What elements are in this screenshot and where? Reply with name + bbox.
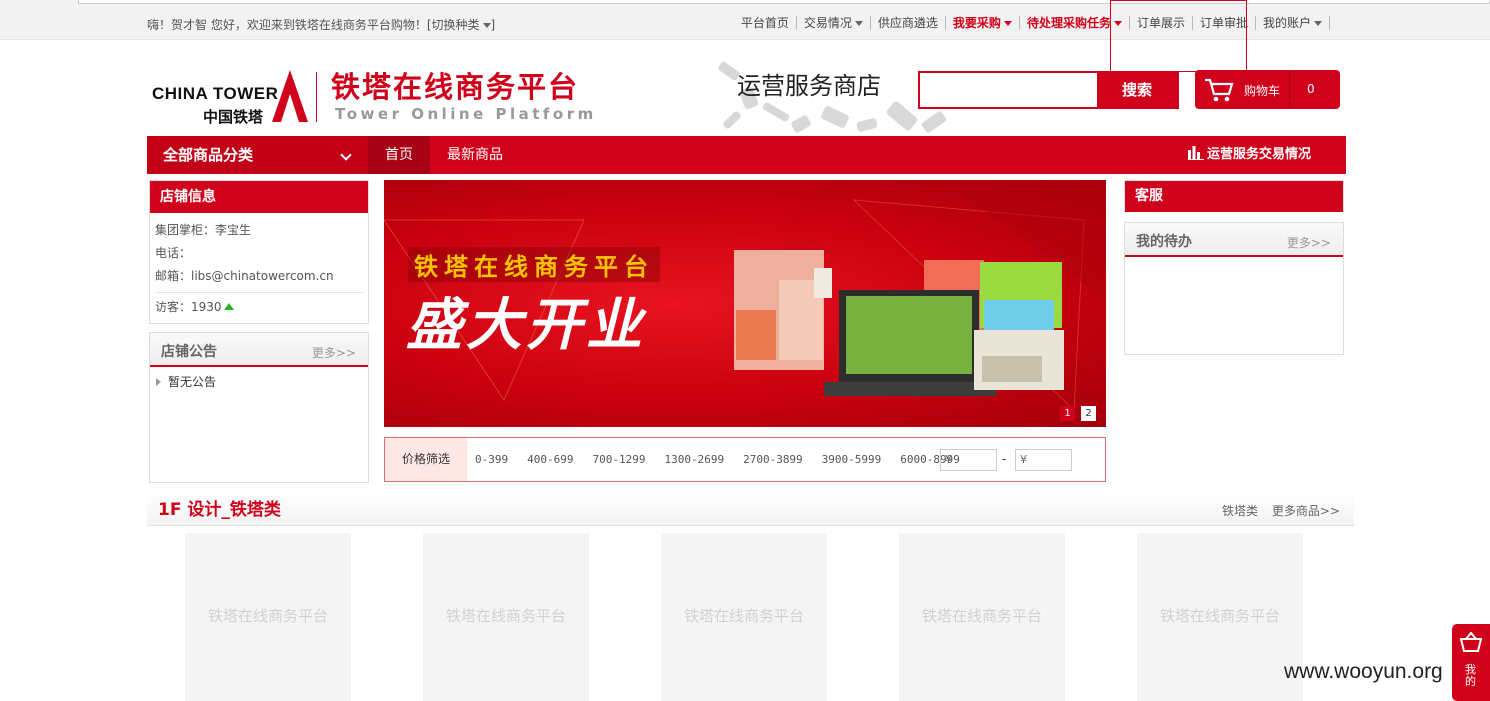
- chevron-down-icon: [1003, 21, 1012, 26]
- shop-phone: 电话：: [155, 246, 192, 260]
- price-ranges: 0-399 400-699 700-1299 1300-2699 2700-3899 39…: [475, 453, 979, 466]
- product-card[interactable]: 铁塔在线商务平台: [661, 533, 827, 701]
- price-min-input[interactable]: ¥: [940, 449, 997, 471]
- product-card[interactable]: 铁塔在线商务平台: [423, 533, 589, 701]
- notice-more-link[interactable]: 更多>>: [312, 344, 356, 361]
- header: CHINA TOWER 中国铁塔 铁塔在线商务平台 Tower Online P…: [147, 58, 1347, 136]
- nav-home[interactable]: 首页: [368, 136, 430, 174]
- cart-button[interactable]: 购物车 0: [1195, 70, 1340, 109]
- logo-cn: 中国铁塔: [203, 108, 264, 126]
- service-stats-label: 运营服务交易情况: [1206, 147, 1311, 162]
- shop-info-title: 店铺信息: [150, 181, 368, 213]
- product-placeholder: 铁塔在线商务平台: [683, 607, 804, 625]
- banner-dot-2[interactable]: 2: [1081, 406, 1096, 421]
- search-input[interactable]: [920, 73, 1098, 107]
- cart-count: 0: [1307, 82, 1315, 96]
- chevron-down-icon: [1314, 21, 1322, 26]
- platform-title: 铁塔在线商务平台: [331, 70, 580, 104]
- nav-new-products[interactable]: 最新商品: [447, 136, 503, 174]
- notice-header: 店铺公告 更多>>: [150, 333, 368, 367]
- customer-service-title: 客服: [1125, 181, 1343, 212]
- side-basket-button[interactable]: 我的: [1452, 624, 1490, 701]
- bullet-triangle-icon: [156, 378, 161, 386]
- logo-divider: [316, 72, 317, 122]
- banner-pager: 1 2: [1054, 406, 1096, 421]
- banner-headline: 盛大开业: [406, 293, 646, 358]
- todo-panel: 我的待办 更多>>: [1124, 222, 1344, 355]
- logo-en: CHINA TOWER: [152, 84, 279, 103]
- browser-url-strip: [78, 0, 1490, 4]
- banner-dot-1[interactable]: 1: [1060, 406, 1075, 421]
- price-filter-label: 价格筛选: [385, 438, 467, 481]
- price-range-link[interactable]: 0-399: [475, 453, 508, 466]
- cart-label: 购物车: [1244, 84, 1281, 98]
- price-range-link[interactable]: 3900-5999: [822, 453, 882, 466]
- nav-service-stats[interactable]: 运营服务交易情况: [1187, 136, 1311, 174]
- shop-info-panel: 店铺信息 集团掌柜：李宝生 电话： 邮箱：libs@chinatowercom.…: [149, 180, 369, 324]
- arrow-up-icon: [223, 303, 234, 310]
- shop-visits: 访客：1930: [155, 292, 363, 319]
- todo-header: 我的待办 更多>>: [1125, 223, 1343, 257]
- search-bar: 搜索: [918, 71, 1179, 109]
- side-basket-label: 我的: [1465, 663, 1476, 688]
- product-placeholder: 铁塔在线商务平台: [207, 607, 328, 625]
- floor-more-link[interactable]: 更多商品>>: [1272, 502, 1340, 519]
- notice-item[interactable]: 暂无公告: [150, 367, 368, 390]
- notice-panel: 店铺公告 更多>> 暂无公告: [149, 332, 369, 483]
- cart-icon: [1205, 78, 1234, 102]
- todo-more-link[interactable]: 更多>>: [1287, 234, 1331, 251]
- price-filter: 价格筛选 0-399 400-699 700-1299 1300-2699 2700-3…: [384, 437, 1106, 482]
- greeting-text: 嗨！贺才智 您好，欢迎来到铁塔在线商务平台购物！[切换种类]: [147, 18, 496, 32]
- source-watermark: www.wooyun.org: [1284, 660, 1443, 683]
- platform-subtitle: Tower Online Platform: [335, 105, 597, 123]
- banner-title: 铁塔在线商务平台: [408, 247, 660, 282]
- all-categories-label: 全部商品分类: [163, 146, 254, 164]
- product-placeholder: 铁塔在线商务平台: [1159, 607, 1280, 625]
- top-bar: 嗨！贺才智 您好，欢迎来到铁塔在线商务平台购物！[切换种类] 平台首页 交易情况供…: [0, 0, 1490, 40]
- store-name: 运营服务商店: [737, 72, 881, 100]
- main-navbar: 全部商品分类 首页 最新商品 运营服务交易情况: [147, 136, 1346, 174]
- basket-icon: [1459, 632, 1483, 652]
- bar-chart-icon: [1187, 146, 1204, 160]
- floor-header: 1F 设计_铁塔类 铁塔类 更多商品>>: [147, 492, 1354, 526]
- customer-service-panel: 客服: [1124, 180, 1344, 212]
- promo-banner[interactable]: 铁塔在线商务平台 盛大开业 1 2: [384, 180, 1106, 427]
- top-nav-item[interactable]: 供应商遴选: [871, 16, 946, 30]
- chevron-down-icon: [854, 21, 863, 26]
- top-nav-item[interactable]: 平台首页: [734, 16, 797, 30]
- notice-title: 店铺公告: [161, 344, 217, 360]
- price-range-link[interactable]: 2700-3899: [743, 453, 803, 466]
- price-range-link[interactable]: 700-1299: [592, 453, 645, 466]
- top-nav-item[interactable]: 我的账户: [1256, 16, 1330, 30]
- chevron-down-icon: [340, 149, 352, 161]
- product-placeholder: 铁塔在线商务平台: [445, 607, 566, 625]
- product-card[interactable]: 铁塔在线商务平台: [185, 533, 351, 701]
- product-card[interactable]: 铁塔在线商务平台: [899, 533, 1065, 701]
- product-card[interactable]: 铁塔在线商务平台: [1137, 533, 1303, 701]
- cart-separator: [1289, 70, 1290, 109]
- switch-category-caret[interactable]: [482, 23, 491, 28]
- floor-title: 1F 设计_铁塔类: [158, 500, 281, 520]
- logo[interactable]: CHINA TOWER 中国铁塔 铁塔在线商务平台 Tower Online P…: [147, 62, 597, 132]
- search-button[interactable]: 搜索: [1097, 73, 1177, 107]
- price-dash: -: [1002, 452, 1007, 466]
- price-max-input[interactable]: ¥: [1015, 449, 1072, 471]
- price-range-link[interactable]: 400-699: [527, 453, 573, 466]
- all-categories-menu[interactable]: 全部商品分类: [147, 136, 368, 174]
- top-nav-item[interactable]: 我要采购: [946, 16, 1020, 30]
- todo-title: 我的待办: [1136, 234, 1192, 250]
- china-tower-logo-icon: [272, 70, 308, 122]
- shop-email: 邮箱：libs@chinatowercom.cn: [155, 269, 334, 283]
- product-placeholder: 铁塔在线商务平台: [921, 607, 1042, 625]
- top-nav-item[interactable]: 交易情况: [797, 16, 871, 30]
- price-range-link[interactable]: 1300-2699: [664, 453, 724, 466]
- floor-category-link[interactable]: 铁塔类: [1222, 502, 1258, 519]
- shop-manager: 集团掌柜：李宝生: [155, 223, 252, 237]
